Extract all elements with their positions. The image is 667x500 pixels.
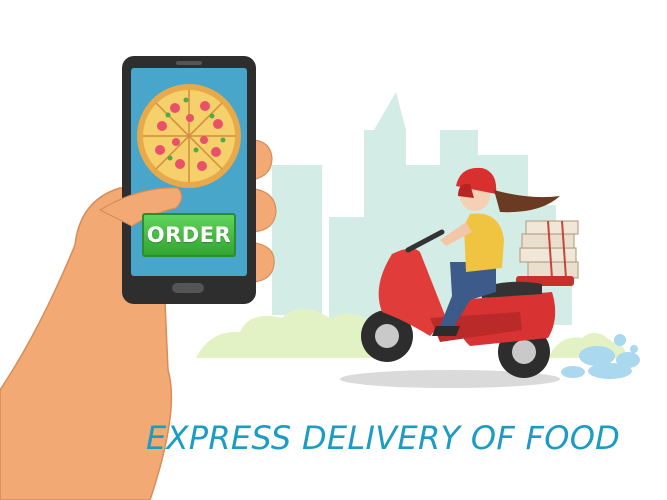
pizza-boxes — [519, 220, 579, 279]
pizza-image — [137, 84, 241, 188]
headline-text: EXPRESS DELIVERY OF FOOD — [146, 419, 621, 457]
order-button[interactable]: ORDER — [142, 213, 236, 257]
